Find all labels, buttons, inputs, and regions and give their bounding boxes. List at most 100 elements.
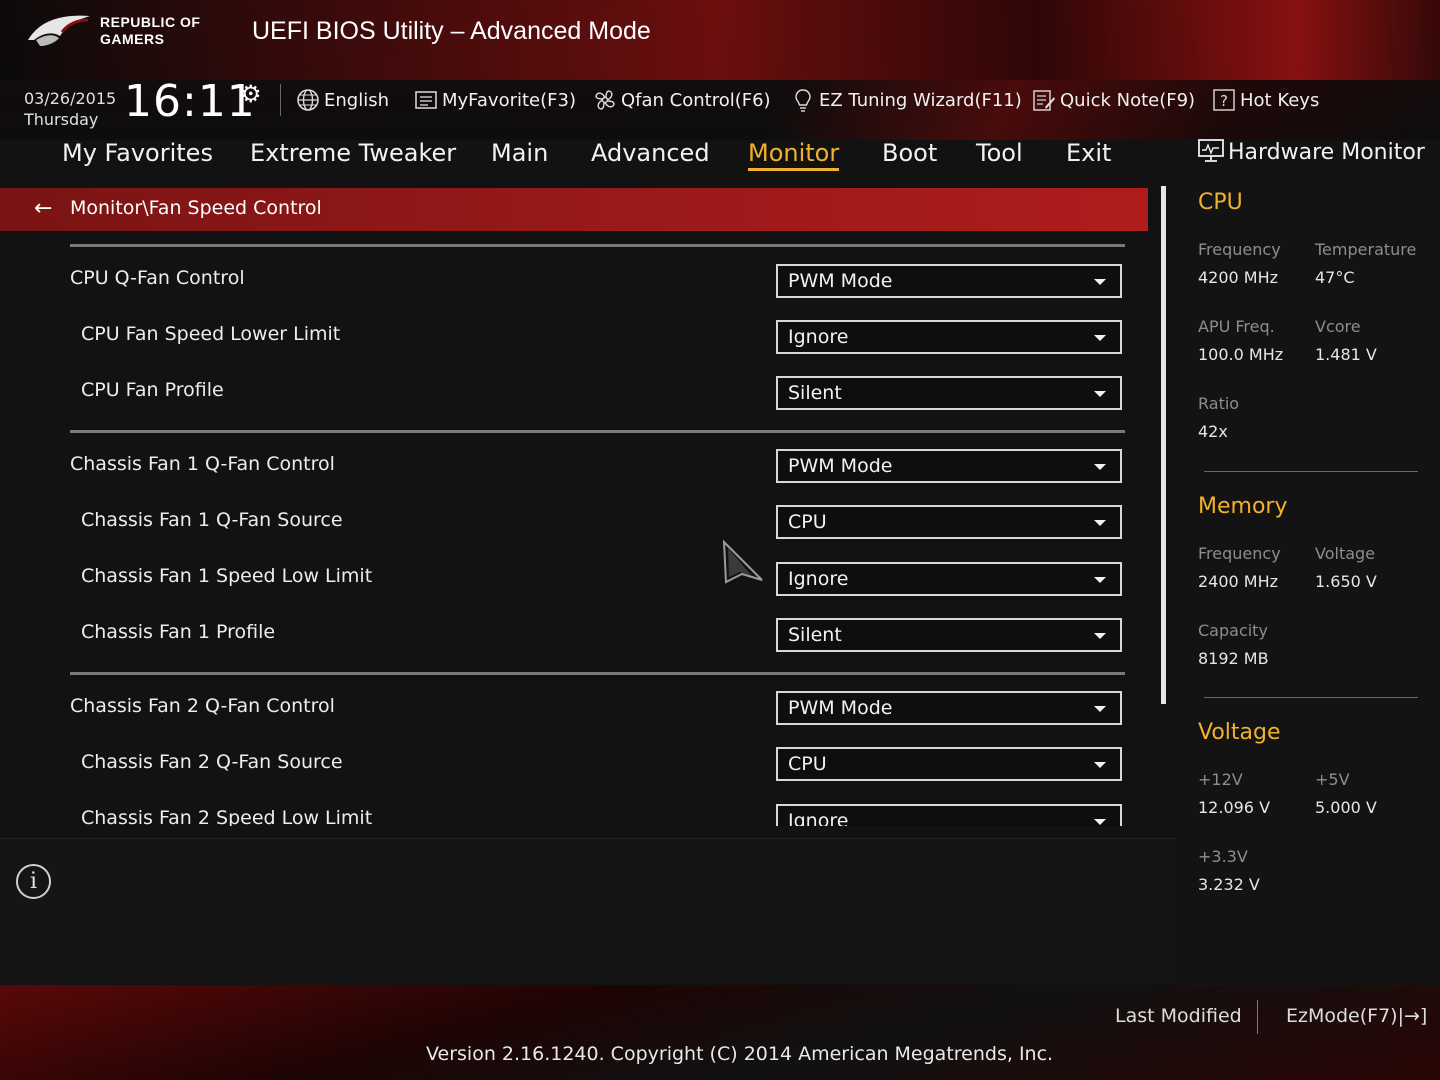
footer-divider [1257, 1000, 1258, 1034]
setting-label: CPU Q-Fan Control [70, 267, 245, 289]
chassis-fan1-qfan-control-select[interactable]: PWM Mode [776, 449, 1122, 483]
tab-boot[interactable]: Boot [882, 139, 937, 167]
hw-cpu-heading: CPU [1198, 190, 1243, 215]
chassis-fan2-speed-low-limit-select[interactable]: Ignore [776, 804, 1122, 826]
item-help-panel [0, 838, 1176, 984]
last-modified-button[interactable]: Last Modified [1115, 1005, 1242, 1027]
hw-ratio-value: 42x [1198, 422, 1228, 441]
section-divider [70, 430, 1125, 433]
hw-12v-label: +12V [1198, 770, 1243, 789]
chevron-down-icon [1094, 335, 1106, 341]
rog-logo-text: REPUBLIC OF GAMERS [100, 14, 200, 48]
version-text: Version 2.16.1240. Copyright (C) 2014 Am… [426, 1043, 1054, 1065]
hw-3v3-label: +3.3V [1198, 847, 1248, 866]
date-text: 03/26/2015 [24, 89, 117, 108]
chevron-down-icon [1094, 279, 1106, 285]
hw-cpu-frequency-label: Frequency [1198, 240, 1281, 259]
qfan-control-button[interactable]: Qfan Control(F6) [593, 86, 771, 114]
toolbar-divider [280, 84, 281, 116]
setting-label: Chassis Fan 1 Speed Low Limit [81, 565, 373, 587]
hw-ratio-label: Ratio [1198, 394, 1240, 413]
select-value: Ignore [788, 568, 849, 590]
hot-keys-button[interactable]: ? Hot Keys [1212, 86, 1319, 114]
ez-tuning-wizard-label: EZ Tuning Wizard(F11) [819, 89, 1022, 111]
tab-my-favorites[interactable]: My Favorites [62, 139, 213, 167]
hot-keys-label: Hot Keys [1240, 89, 1320, 111]
section-divider [70, 244, 1125, 247]
cpu-fan-profile-select[interactable]: Silent [776, 376, 1122, 410]
hw-divider [1204, 471, 1418, 472]
hardware-monitor-title: Hardware Monitor [1198, 139, 1425, 165]
hw-cpu-temperature-label: Temperature [1315, 240, 1417, 259]
setting-label: CPU Fan Profile [81, 379, 224, 401]
help-question-icon: ? [1213, 89, 1235, 111]
breadcrumb: ← Monitor\Fan Speed Control [0, 188, 1148, 231]
setting-label: Chassis Fan 2 Speed Low Limit [81, 807, 373, 826]
date-block: 03/26/2015 Thursday [24, 88, 116, 130]
chassis-fan1-speed-low-limit-select[interactable]: Ignore [776, 562, 1122, 596]
breadcrumb-path: Monitor\Fan Speed Control [70, 197, 322, 219]
select-value: CPU [788, 753, 827, 775]
hw-3v3-value: 3.232 V [1198, 875, 1260, 894]
ez-tuning-wizard-button[interactable]: EZ Tuning Wizard(F11) [791, 86, 1022, 114]
hw-mem-frequency-label: Frequency [1198, 544, 1281, 563]
tab-tool[interactable]: Tool [976, 139, 1023, 167]
hw-apu-freq-value: 100.0 MHz [1198, 345, 1284, 364]
chevron-down-icon [1094, 633, 1106, 639]
scrollbar[interactable] [1161, 186, 1166, 704]
quick-note-label: Quick Note(F9) [1060, 89, 1196, 111]
gear-icon[interactable]: ⚙ [240, 80, 262, 108]
chassis-fan1-qfan-source-select[interactable]: CPU [776, 505, 1122, 539]
settings-list: CPU Q-Fan Control PWM Mode CPU Fan Speed… [0, 231, 1160, 826]
hw-cpu-frequency-value: 4200 MHz [1198, 268, 1279, 287]
hw-divider [1204, 697, 1418, 698]
monitor-icon [1198, 139, 1224, 162]
cpu-qfan-control-select[interactable]: PWM Mode [776, 264, 1122, 298]
select-value: Ignore [788, 326, 849, 348]
select-value: CPU [788, 511, 827, 533]
tab-exit[interactable]: Exit [1066, 139, 1111, 167]
setting-label: Chassis Fan 1 Profile [81, 621, 276, 643]
favorite-list-icon [415, 91, 437, 109]
hw-vcore-value: 1.481 V [1315, 345, 1377, 364]
day-text: Thursday [24, 110, 99, 129]
chassis-fan2-qfan-control-select[interactable]: PWM Mode [776, 691, 1122, 725]
globe-icon [297, 89, 319, 111]
cpu-fan-lower-limit-select[interactable]: Ignore [776, 320, 1122, 354]
chevron-down-icon [1094, 464, 1106, 470]
language-button[interactable]: English [296, 86, 389, 114]
myfavorite-button[interactable]: MyFavorite(F3) [414, 86, 576, 114]
lightbulb-icon [795, 89, 811, 112]
chassis-fan1-profile-select[interactable]: Silent [776, 618, 1122, 652]
svg-text:?: ? [1220, 92, 1228, 110]
tab-main[interactable]: Main [491, 139, 548, 167]
chevron-down-icon [1094, 819, 1106, 825]
chassis-fan2-qfan-source-select[interactable]: CPU [776, 747, 1122, 781]
logo-line-2: GAMERS [100, 31, 165, 47]
ezmode-button[interactable]: EzMode(F7)|→] [1286, 1005, 1427, 1027]
tab-advanced[interactable]: Advanced [591, 139, 710, 167]
select-value: PWM Mode [788, 697, 893, 719]
hw-mem-frequency-value: 2400 MHz [1198, 572, 1279, 591]
hw-memory-heading: Memory [1198, 494, 1288, 519]
rog-logo: REPUBLIC OF GAMERS [26, 10, 236, 56]
chevron-down-icon [1094, 706, 1106, 712]
fan-icon [595, 90, 615, 110]
mouse-cursor-icon [722, 540, 763, 584]
tab-monitor[interactable]: Monitor [748, 139, 840, 171]
chevron-down-icon [1094, 391, 1106, 397]
section-divider [70, 672, 1125, 675]
rog-eye-icon [28, 15, 90, 46]
tab-extreme-tweaker[interactable]: Extreme Tweaker [250, 139, 456, 167]
myfavorite-label: MyFavorite(F3) [442, 89, 576, 111]
select-value: PWM Mode [788, 270, 893, 292]
note-pen-icon [1033, 90, 1055, 111]
hw-capacity-value: 8192 MB [1198, 649, 1269, 668]
select-value: Silent [788, 382, 842, 404]
hw-mem-voltage-value: 1.650 V [1315, 572, 1377, 591]
hw-mem-voltage-label: Voltage [1315, 544, 1376, 563]
hw-vcore-label: Vcore [1315, 317, 1361, 336]
back-arrow-icon[interactable]: ← [34, 196, 52, 221]
setting-label: Chassis Fan 1 Q-Fan Source [81, 509, 343, 531]
quick-note-button[interactable]: Quick Note(F9) [1032, 86, 1195, 114]
